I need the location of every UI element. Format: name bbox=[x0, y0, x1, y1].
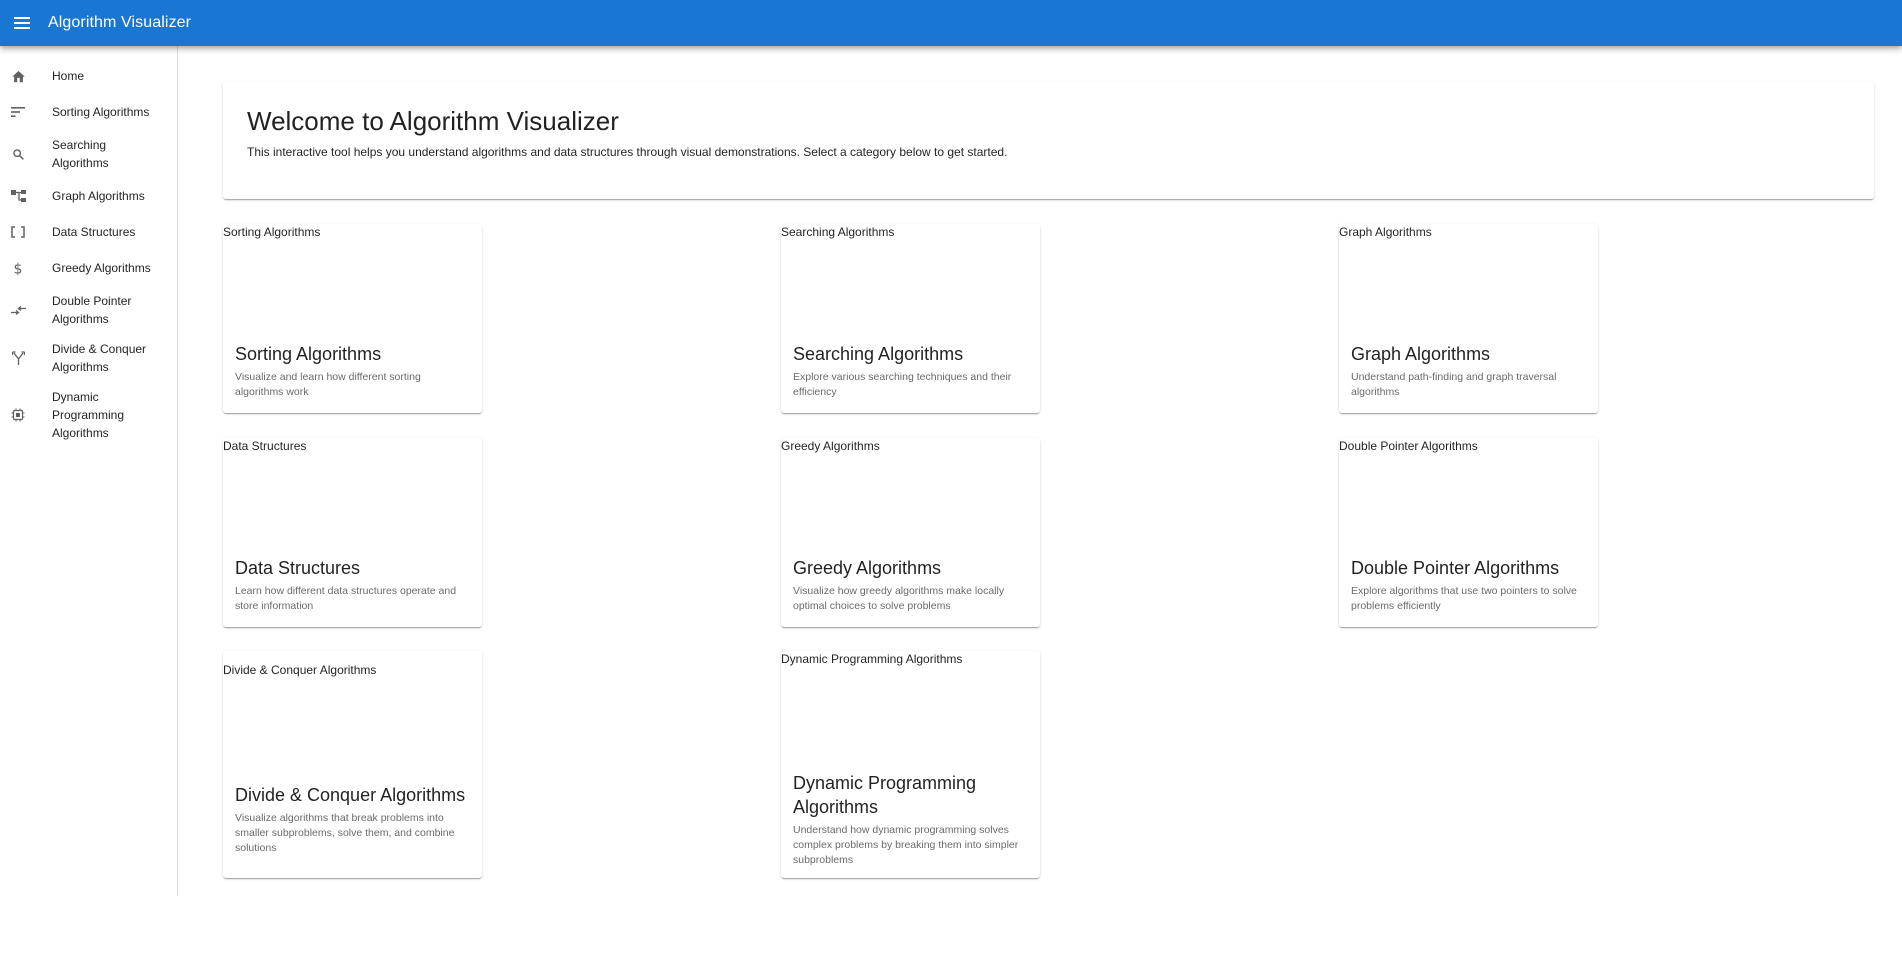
card-title: Greedy Algorithms bbox=[793, 558, 942, 578]
card-title: Sorting Algorithms bbox=[235, 344, 382, 364]
app-title: Algorithm Visualizer bbox=[48, 14, 192, 31]
page-title: Welcome to Algorithm Visualizer bbox=[247, 106, 619, 136]
card-image: Graph Algorithms bbox=[1339, 225, 1432, 239]
compare-arrows-icon bbox=[10, 302, 26, 318]
account-tree-icon bbox=[10, 188, 26, 204]
sidebar-item-label: Searching Algorithms bbox=[52, 138, 109, 170]
card-description: Visualize algorithms that break problems… bbox=[235, 812, 455, 854]
card-description: Understand how dynamic programming solve… bbox=[793, 824, 1019, 866]
category-card-data-structures[interactable]: Data Structures Data Structures Learn ho… bbox=[223, 438, 482, 627]
data-array-icon bbox=[10, 224, 26, 240]
main-content: Welcome to Algorithm Visualizer This int… bbox=[223, 82, 1874, 199]
sidebar: Home Sorting Algorithms Searching Algori… bbox=[0, 46, 178, 896]
sidebar-item-graph[interactable]: Graph Algorithms bbox=[0, 178, 177, 214]
card-title: Searching Algorithms bbox=[793, 344, 964, 364]
sidebar-item-divide-conquer[interactable]: Divide & Conquer Algorithms bbox=[0, 334, 177, 382]
welcome-text: This interactive tool helps you understa… bbox=[247, 145, 1008, 159]
category-card-graph[interactable]: Graph Algorithms Graph Algorithms Unders… bbox=[1339, 224, 1598, 413]
sidebar-item-label: Double Pointer Algorithms bbox=[52, 294, 132, 326]
search-icon bbox=[10, 146, 26, 162]
card-image: Dynamic Programming Algorithms bbox=[781, 652, 963, 666]
sidebar-item-searching[interactable]: Searching Algorithms bbox=[0, 130, 177, 178]
sidebar-item-label: Data Structures bbox=[52, 225, 136, 239]
card-image: Greedy Algorithms bbox=[781, 439, 880, 453]
category-card-sorting[interactable]: Sorting Algorithms Sorting Algorithms Vi… bbox=[223, 224, 482, 413]
category-card-dynamic-programming[interactable]: Dynamic Programming Algorithms Dynamic P… bbox=[781, 651, 1040, 878]
card-description: Explore various searching techniques and… bbox=[793, 371, 1012, 398]
card-image: Divide & Conquer Algorithms bbox=[223, 663, 377, 677]
sidebar-item-home[interactable]: Home bbox=[0, 58, 177, 94]
app-bar: Algorithm Visualizer bbox=[0, 0, 1902, 46]
card-description: Learn how different data structures oper… bbox=[235, 585, 457, 612]
sidebar-item-label: Graph Algorithms bbox=[52, 189, 145, 203]
sidebar-item-double-pointer[interactable]: Double Pointer Algorithms bbox=[0, 286, 177, 334]
home-icon bbox=[10, 68, 26, 84]
call-split-icon bbox=[10, 350, 26, 366]
card-image: Double Pointer Algorithms bbox=[1339, 439, 1478, 453]
sidebar-item-greedy[interactable]: $ Greedy Algorithms bbox=[0, 250, 177, 286]
sidebar-item-label: Home bbox=[52, 69, 85, 83]
card-description: Visualize and learn how different sortin… bbox=[235, 371, 421, 398]
sidebar-item-label: Divide & Conquer Algorithms bbox=[52, 342, 147, 374]
category-card-greedy[interactable]: Greedy Algorithms Greedy Algorithms Visu… bbox=[781, 438, 1040, 627]
svg-text:$: $ bbox=[14, 261, 23, 276]
card-image: Data Structures bbox=[223, 439, 307, 453]
sidebar-item-label: Greedy Algorithms bbox=[52, 261, 151, 275]
category-card-searching[interactable]: Searching Algorithms Searching Algorithm… bbox=[781, 224, 1040, 413]
sidebar-item-label: Dynamic Programming Algorithms bbox=[52, 390, 125, 440]
card-image: Sorting Algorithms bbox=[223, 225, 321, 239]
card-description: Explore algorithms that use two pointers… bbox=[1351, 585, 1577, 612]
sidebar-item-data-structures[interactable]: Data Structures bbox=[0, 214, 177, 250]
card-title: Double Pointer Algorithms bbox=[1351, 558, 1560, 578]
card-description: Visualize how greedy algorithms make loc… bbox=[793, 585, 1005, 612]
category-card-divide-conquer[interactable]: Divide & Conquer Algorithms Divide & Con… bbox=[223, 651, 482, 878]
sidebar-item-label: Sorting Algorithms bbox=[52, 105, 150, 119]
dollar-icon: $ bbox=[10, 260, 26, 276]
card-title: Data Structures bbox=[235, 558, 361, 578]
card-title: Dynamic Programming Algorithms bbox=[793, 773, 977, 817]
card-image: Searching Algorithms bbox=[781, 225, 895, 239]
card-title: Graph Algorithms bbox=[1351, 344, 1491, 364]
card-description: Understand path-finding and graph traver… bbox=[1351, 371, 1557, 398]
sidebar-item-dynamic-programming[interactable]: Dynamic Programming Algorithms bbox=[0, 382, 177, 448]
card-title: Divide & Conquer Algorithms bbox=[235, 785, 466, 805]
sidebar-item-sorting[interactable]: Sorting Algorithms bbox=[0, 94, 177, 130]
memory-icon bbox=[10, 407, 26, 423]
category-card-double-pointer[interactable]: Double Pointer Algorithms Double Pointer… bbox=[1339, 438, 1598, 627]
menu-icon[interactable] bbox=[11, 12, 33, 34]
sort-icon bbox=[10, 104, 26, 120]
welcome-panel: Welcome to Algorithm Visualizer This int… bbox=[223, 82, 1874, 199]
